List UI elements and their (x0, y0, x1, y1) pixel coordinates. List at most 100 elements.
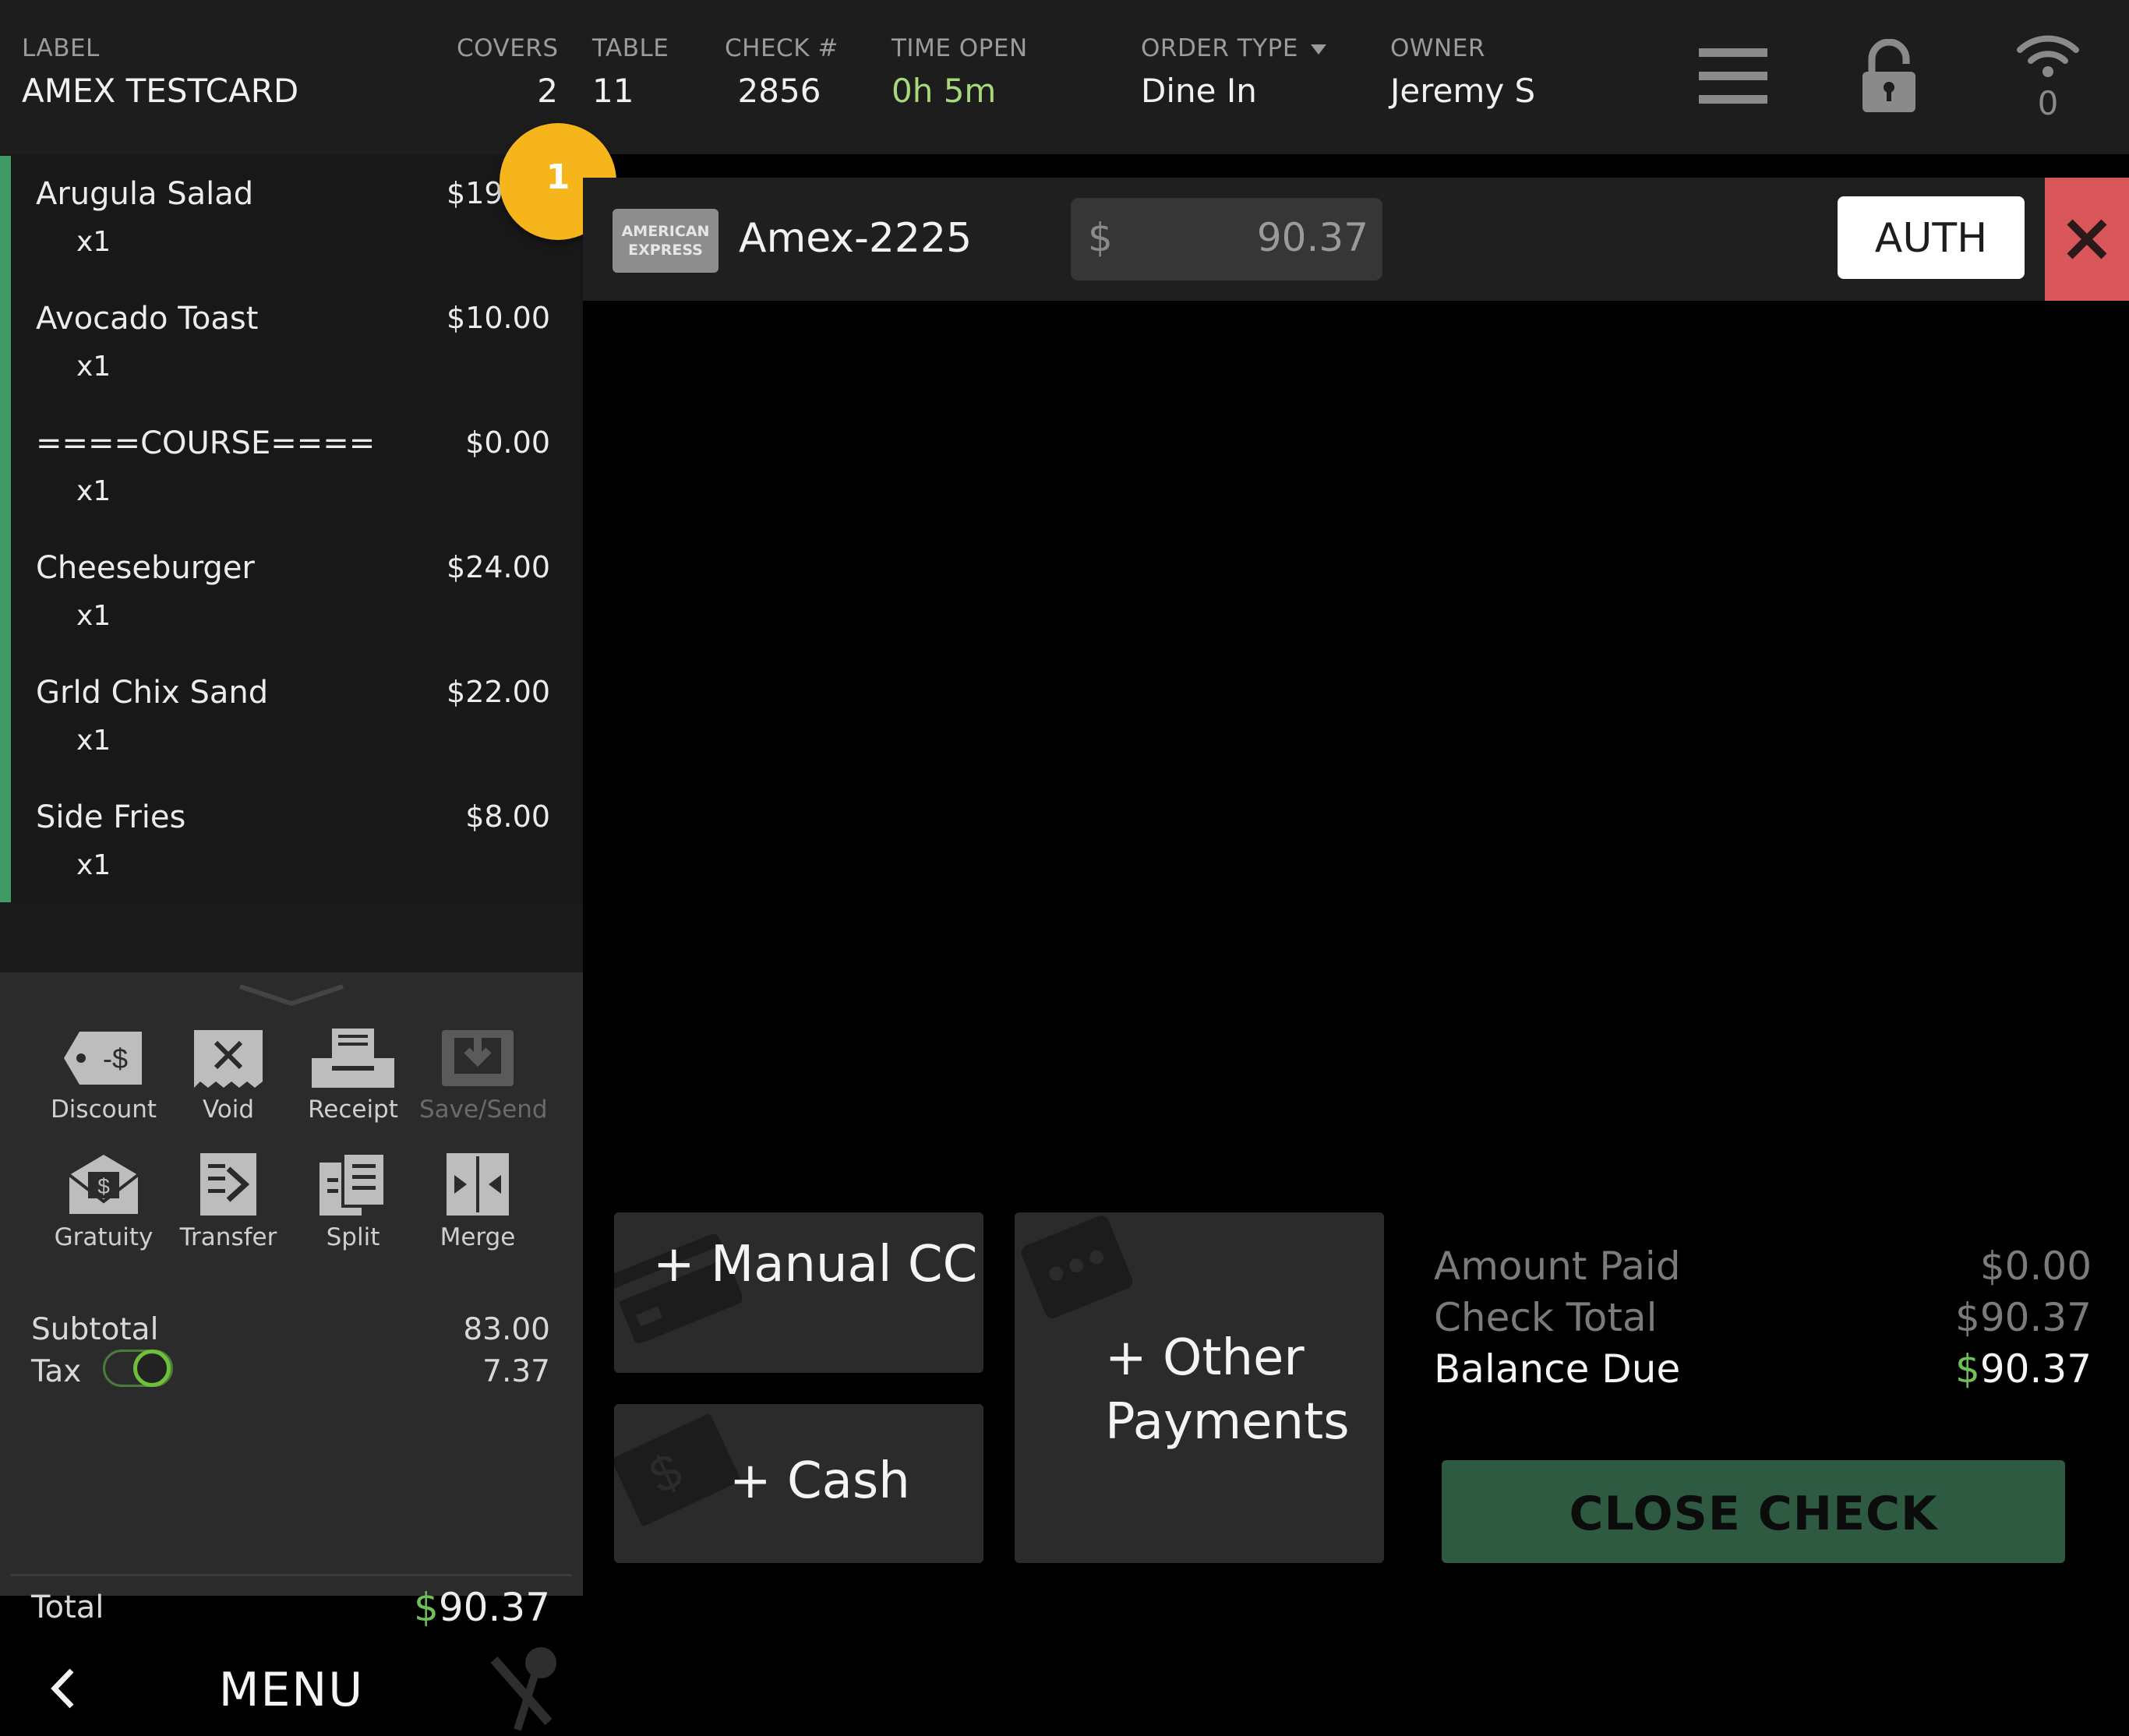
amount-paid-value: $0.00 (1979, 1244, 2092, 1289)
void-button[interactable]: Void (170, 1027, 287, 1124)
toggle-knob (133, 1350, 171, 1387)
order-item[interactable]: Side Fries $8.00 x1 (36, 778, 550, 902)
item-name: Cheeseburger (36, 550, 255, 586)
gratuity-label: Gratuity (54, 1223, 154, 1251)
item-price: $10.00 (447, 301, 550, 335)
item-name: Arugula Salad (36, 176, 254, 212)
transfer-label: Transfer (179, 1223, 277, 1251)
owner-field[interactable]: OWNER Jeremy S (1390, 34, 1535, 110)
merge-icon (447, 1153, 509, 1216)
covers-field[interactable]: COVERS 2 (457, 34, 558, 110)
split-label: Split (326, 1223, 380, 1251)
item-name: ====COURSE==== (36, 425, 376, 461)
dropdown-arrow-icon (1310, 44, 1326, 55)
order-type-dropdown[interactable]: ORDER TYPE Dine In (1141, 34, 1326, 110)
tax-toggle[interactable] (103, 1350, 173, 1387)
table-title: TABLE (592, 34, 669, 62)
label-value: AMEX TESTCARD (22, 72, 299, 110)
wifi-status[interactable]: 0 (2015, 31, 2081, 122)
amount-value: 90.37 (1256, 215, 1368, 260)
discount-tag-icon: -$ (64, 1032, 142, 1085)
totals-divider (11, 1574, 572, 1576)
item-name: Grld Chix Sand (36, 675, 269, 711)
svg-text:-$: -$ (103, 1043, 128, 1074)
wifi-icon (2017, 35, 2079, 77)
svg-text:$: $ (97, 1174, 110, 1198)
tax-label: Tax (31, 1354, 82, 1389)
remove-payment-button[interactable] (2045, 178, 2129, 301)
void-label: Void (202, 1096, 255, 1124)
other-payments-button[interactable]: + Other Payments (1015, 1212, 1384, 1563)
close-check-button[interactable]: CLOSE CHECK (1442, 1460, 2065, 1563)
payment-amount-field[interactable]: $ 90.37 (1071, 198, 1382, 281)
discount-button[interactable]: -$ Discount (45, 1027, 162, 1124)
gratuity-button[interactable]: $ Gratuity (45, 1152, 162, 1251)
check-total-value: $90.37 (1955, 1295, 2092, 1340)
collapse-chevron-icon[interactable] (237, 982, 346, 1011)
wifi-count: 0 (2037, 84, 2059, 122)
order-type-title: ORDER TYPE (1141, 34, 1326, 62)
label-field[interactable]: LABEL AMEX TESTCARD (22, 34, 298, 110)
item-price: $22.00 (447, 675, 550, 709)
label-title: LABEL (22, 34, 100, 62)
transfer-button[interactable]: Transfer (170, 1152, 287, 1251)
covers-title: COVERS (457, 34, 559, 62)
split-button[interactable]: Split (295, 1152, 411, 1251)
other-payments-icon (1021, 1216, 1133, 1318)
item-price: $24.00 (447, 550, 550, 584)
tax-value: 7.37 (482, 1354, 550, 1389)
order-item[interactable]: Grld Chix Sand $22.00 x1 (36, 653, 550, 778)
order-item[interactable]: ====COURSE==== $0.00 x1 (36, 404, 550, 528)
covers-value: 2 (537, 72, 558, 110)
item-price: $0.00 (465, 425, 550, 460)
amex-card-logo: AMERICAN EXPRESS (613, 209, 718, 273)
total-row: Total $90.37 (31, 1585, 550, 1632)
balance-due-value: $90.37 (1955, 1346, 2092, 1392)
lock-icon[interactable] (1861, 38, 1917, 117)
check-total-row: Check Total $90.37 (1434, 1295, 2092, 1342)
item-name: Side Fries (36, 799, 186, 835)
auth-label: AUTH (1874, 215, 1988, 262)
item-price: $8.00 (465, 799, 550, 834)
transfer-icon (200, 1153, 256, 1216)
table-field[interactable]: TABLE 11 (592, 34, 669, 110)
auth-button[interactable]: AUTH (1838, 196, 2025, 279)
order-items-list[interactable]: Arugula Salad $19.00 x1 Avocado Toast $1… (0, 154, 583, 902)
receipt-button[interactable]: Receipt (295, 1027, 411, 1124)
merge-button[interactable]: Merge (419, 1152, 536, 1251)
payment-row[interactable]: AMERICAN EXPRESS Amex-2225 $ 90.37 AUTH (583, 178, 2129, 301)
save-send-icon (442, 1030, 514, 1086)
order-item[interactable]: Cheeseburger $24.00 x1 (36, 528, 550, 653)
manual-cc-button[interactable]: + Manual CC (614, 1212, 983, 1373)
hamburger-menu-icon[interactable] (1699, 45, 1769, 111)
other-payments-label-1: + Other (1105, 1329, 1305, 1387)
split-icon (320, 1152, 387, 1216)
pos-check-screen: LABEL AMEX TESTCARD COVERS 2 TABLE 11 CH… (0, 0, 2129, 1736)
other-payments-label-2: Payments (1105, 1393, 1350, 1451)
check-number-field: CHECK # 2856 (725, 34, 839, 110)
total-value: $90.37 (414, 1585, 550, 1630)
fork-knife-icon (490, 1647, 556, 1731)
menu-button[interactable]: MENU (11, 1639, 572, 1736)
balance-due-row: Balance Due $90.37 (1434, 1346, 2092, 1393)
time-open-field: TIME OPEN 0h 5m (891, 34, 1028, 110)
item-quantity: x1 (76, 600, 111, 632)
check-panel: Arugula Salad $19.00 x1 Avocado Toast $1… (0, 154, 583, 1736)
total-label: Total (31, 1590, 104, 1625)
save-send-button[interactable]: Save/Send (419, 1027, 548, 1124)
subtotal-label: Subtotal (31, 1312, 159, 1347)
check-number-title: CHECK # (725, 34, 839, 62)
close-icon (2067, 219, 2107, 259)
item-quantity: x1 (76, 351, 111, 383)
table-value: 11 (592, 72, 634, 110)
receipt-label: Receipt (308, 1096, 398, 1124)
order-item[interactable]: Avocado Toast $10.00 x1 (36, 279, 550, 404)
balance-due-label: Balance Due (1434, 1346, 1681, 1392)
order-type-value: Dine In (1141, 72, 1257, 110)
owner-title: OWNER (1390, 34, 1485, 62)
cash-button[interactable]: $ + Cash (614, 1404, 983, 1563)
owner-value: Jeremy S (1390, 72, 1536, 110)
card-name: Amex-2225 (739, 215, 973, 262)
amount-paid-label: Amount Paid (1434, 1244, 1681, 1289)
order-item[interactable]: Arugula Salad $19.00 x1 (36, 154, 550, 279)
